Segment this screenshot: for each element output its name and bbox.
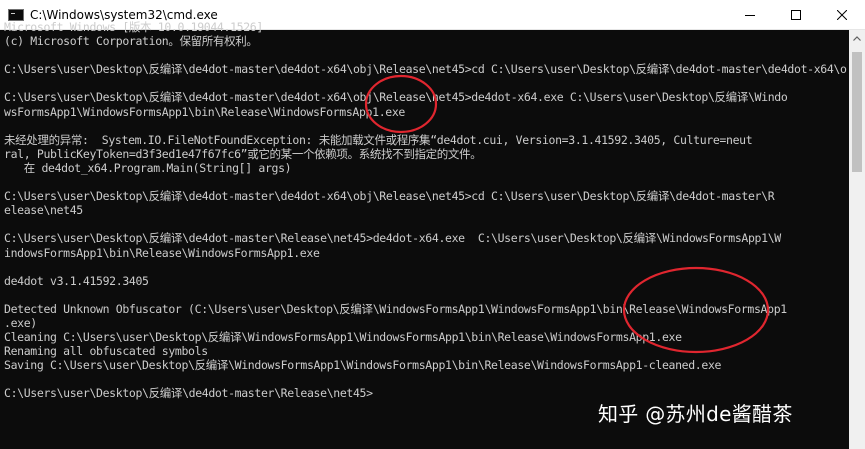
console-line: ral, PublicKeyToken=d3f3ed1e47f67fc6”或它的… <box>4 146 482 161</box>
console-line: C:\Users\user\Desktop\反编译\de4dot-master\… <box>4 189 775 204</box>
watermark-text: 知乎 @苏州de酱醋茶 <box>598 402 793 426</box>
console-line: Detected Unknown Obfuscator (C:\Users\us… <box>4 301 787 316</box>
console-line: Microsoft Windows [版本 10.0.19044.1526] <box>4 20 263 34</box>
console-icon <box>8 8 24 21</box>
console-line: Renaming all obfuscated symbols <box>4 344 208 359</box>
console-line: C:\Users\user\Desktop\反编译\de4dot-master\… <box>4 90 788 105</box>
scroll-thumb[interactable] <box>852 52 862 172</box>
console-output[interactable]: Microsoft Windows [版本 10.0.19044.1526] (c… <box>4 20 847 401</box>
vertical-scrollbar[interactable] <box>849 30 865 449</box>
cmd-window: C:\Windows\system32\cmd.exe Microsoft Wi… <box>0 0 865 449</box>
console-line: de4dot v3.1.41592.3405 <box>4 273 149 288</box>
console-line: elease\net45 <box>4 203 83 218</box>
scroll-up-button[interactable] <box>849 30 865 47</box>
console-line: wsFormsApp1\WindowsFormsApp1\bin\Release… <box>4 104 405 119</box>
console-line: C:\Users\user\Desktop\反编译\de4dot-master\… <box>4 231 781 246</box>
close-icon <box>837 9 847 20</box>
console-line: C:\Users\user\Desktop\反编译\de4dot-master\… <box>4 62 847 77</box>
minimize-icon <box>745 14 755 16</box>
console-line: (c) Microsoft Corporation。保留所有权利。 <box>4 34 258 49</box>
console-line: Saving C:\Users\user\Desktop\反编译\Windows… <box>4 358 722 373</box>
console-line: Cleaning C:\Users\user\Desktop\反编译\Windo… <box>4 330 682 345</box>
console-line: 在 de4dot_x64.Program.Main(String[] args) <box>4 160 292 175</box>
chevron-up-icon <box>853 36 861 41</box>
maximize-icon <box>791 9 801 20</box>
console-line: .exe) <box>4 315 37 330</box>
console-line: indowsFormsApp1\bin\Release\WindowsForms… <box>4 245 320 260</box>
console-line: 未经处理的异常: System.IO.FileNotFoundException… <box>4 132 753 147</box>
